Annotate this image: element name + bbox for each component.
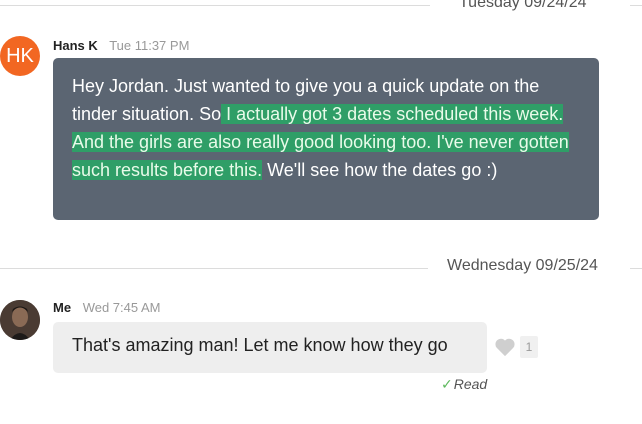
message-text-part-2: We'll see how the dates go :) bbox=[262, 160, 498, 180]
date-divider-2: Wednesday 09/25/24 bbox=[0, 257, 642, 281]
sender-name: Me bbox=[53, 300, 72, 315]
check-icon: ✓ bbox=[441, 376, 453, 392]
read-receipt: ✓Read bbox=[441, 376, 487, 393]
sender-name: Hans K bbox=[53, 38, 98, 53]
divider-line-left bbox=[0, 268, 428, 269]
divider-line-right bbox=[630, 5, 642, 6]
message-text: That's amazing man! Let me know how they… bbox=[72, 335, 448, 355]
message-bubble-hans[interactable]: Hey Jordan. Just wanted to give you a qu… bbox=[53, 58, 599, 220]
divider-line-right bbox=[630, 268, 642, 269]
like-count: 1 bbox=[520, 336, 538, 358]
heart-icon bbox=[495, 338, 515, 357]
avatar-hans-k[interactable]: HK bbox=[0, 36, 40, 76]
like-button[interactable] bbox=[494, 337, 518, 357]
read-status-label: Read bbox=[453, 376, 488, 392]
avatar-initials: HK bbox=[6, 44, 34, 67]
message-meta-2: Me Wed 7:45 AM bbox=[53, 300, 161, 315]
message-bubble-me[interactable]: That's amazing man! Let me know how they… bbox=[53, 322, 487, 373]
date-label-1: Tuesday 09/24/24 bbox=[459, 0, 587, 11]
date-label-2: Wednesday 09/25/24 bbox=[447, 257, 598, 274]
message-meta-1: Hans K Tue 11:37 PM bbox=[53, 38, 189, 53]
date-divider-1: Tuesday 09/24/24 bbox=[0, 0, 642, 18]
avatar-photo bbox=[0, 300, 40, 340]
avatar-me[interactable] bbox=[0, 300, 40, 340]
message-time: Wed 7:45 AM bbox=[82, 300, 161, 315]
divider-line-left bbox=[0, 5, 430, 6]
message-time: Tue 11:37 PM bbox=[109, 38, 190, 53]
